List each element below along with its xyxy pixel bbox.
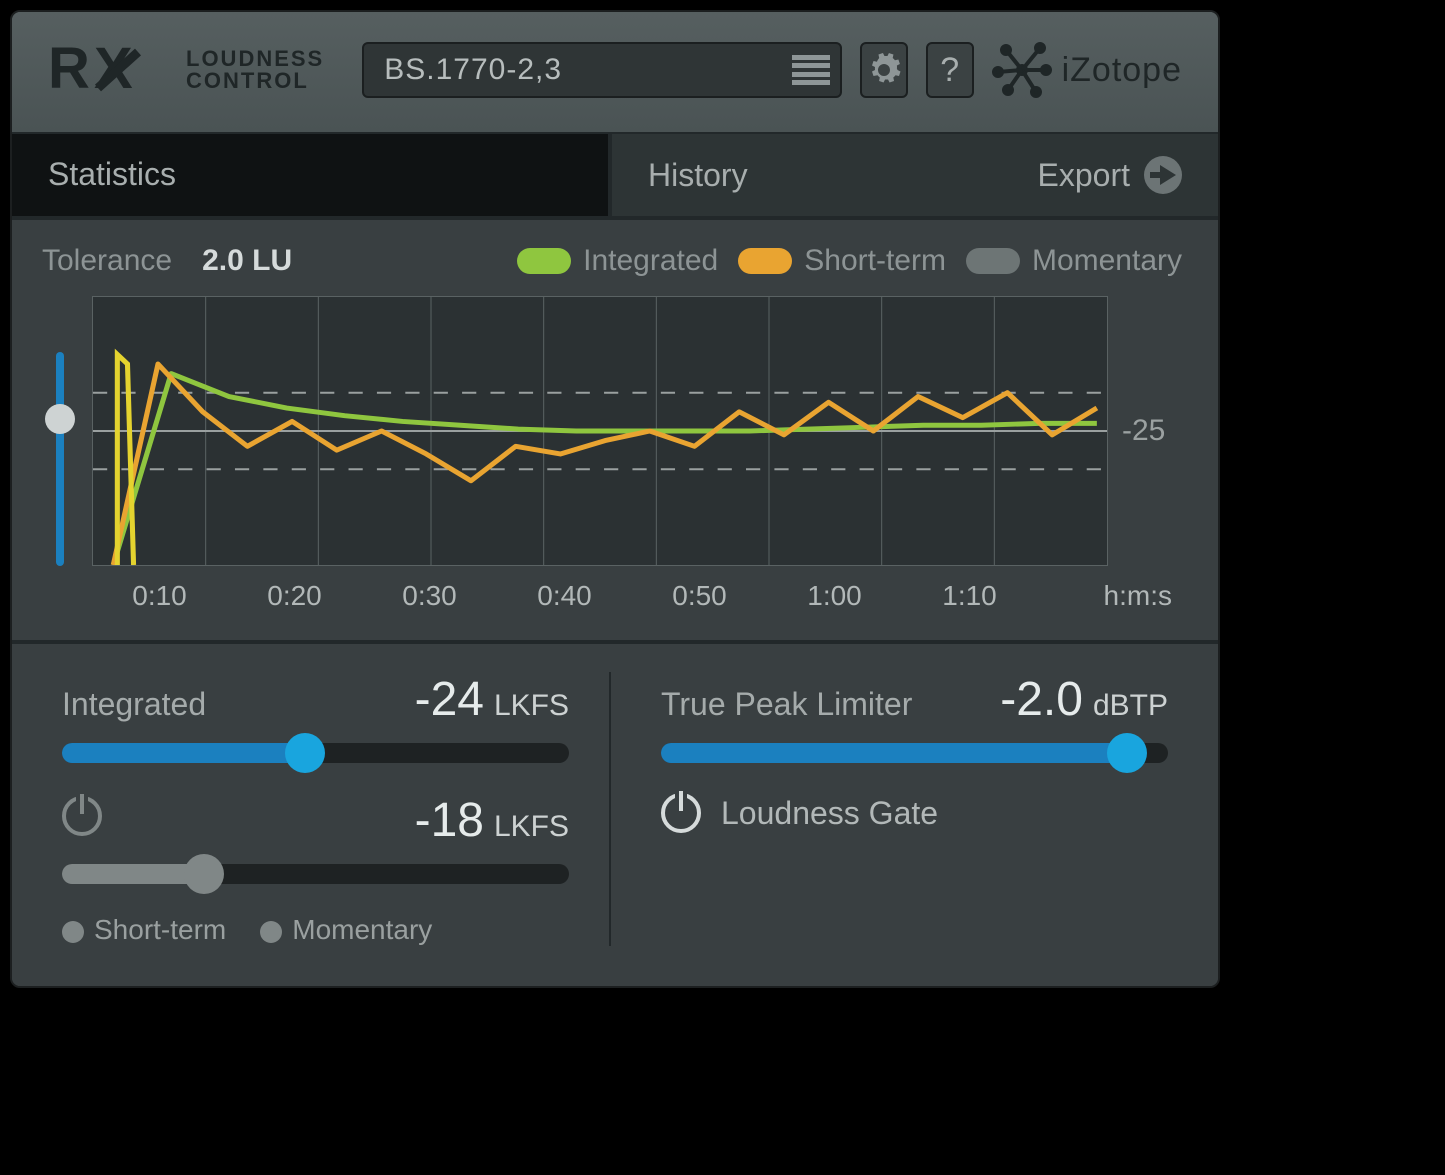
controls-section: Integrated -24 LKFS -18 LKFS Short-term …: [12, 640, 1218, 986]
svg-text:R: R: [48, 40, 90, 100]
momentary-swatch: [966, 248, 1020, 274]
legend-row: Tolerance 2.0 LU Integrated Short-term M…: [42, 244, 1182, 278]
secondary-slider[interactable]: [62, 864, 569, 884]
secondary-unit: LKFS: [494, 810, 569, 844]
integrated-knob[interactable]: [285, 733, 325, 773]
header-bar: R X LOUDNESS CONTROL BS.1770-2,3 ?: [12, 12, 1218, 134]
short-term-swatch: [738, 248, 792, 274]
preset-dropdown[interactable]: BS.1770-2,3: [362, 42, 842, 98]
rx-icon: R X: [48, 40, 168, 100]
secondary-knob[interactable]: [184, 854, 224, 894]
preset-name: BS.1770-2,3: [384, 53, 792, 87]
controls-right: True Peak Limiter -2.0 dBTP Loudness Gat…: [609, 672, 1168, 946]
integrated-swatch: [517, 248, 571, 274]
legend-short-term[interactable]: Short-term: [738, 244, 946, 278]
tolerance-value: 2.0 LU: [202, 244, 292, 278]
secondary-value[interactable]: -18: [415, 793, 484, 848]
radio-dot-icon: [260, 921, 282, 943]
radio-dot-icon: [62, 921, 84, 943]
brand-logo: iZotope: [992, 40, 1182, 100]
gear-icon: [866, 52, 902, 88]
radio-short-term[interactable]: Short-term: [62, 914, 226, 946]
loudness-gate-label: Loudness Gate: [721, 795, 938, 832]
tpl-knob[interactable]: [1107, 733, 1147, 773]
legend-momentary[interactable]: Momentary: [966, 244, 1182, 278]
loudness-history-plot: [92, 296, 1108, 566]
integrated-slider[interactable]: [62, 743, 569, 763]
integrated-value[interactable]: -24: [415, 672, 484, 727]
secondary-mode-radios: Short-term Momentary: [62, 914, 569, 946]
tabs-row: Statistics History Export: [12, 134, 1218, 220]
settings-button[interactable]: [860, 42, 908, 98]
list-icon: [792, 55, 830, 85]
tab-statistics[interactable]: Statistics: [12, 134, 612, 216]
integrated-unit: LKFS: [494, 689, 569, 723]
export-arrow-icon: [1144, 156, 1182, 194]
legend-integrated[interactable]: Integrated: [517, 244, 718, 278]
history-chart-section: Tolerance 2.0 LU Integrated Short-term M…: [12, 220, 1218, 640]
y-axis-label: -25: [1122, 296, 1182, 566]
question-icon: ?: [940, 51, 959, 90]
tpl-slider[interactable]: [661, 743, 1168, 763]
x-axis-ticks: 0:100:200:300:400:501:001:10h:m:s: [92, 580, 1182, 612]
plugin-panel: R X LOUDNESS CONTROL BS.1770-2,3 ?: [10, 10, 1220, 988]
controls-left: Integrated -24 LKFS -18 LKFS Short-term …: [62, 672, 609, 946]
tpl-value[interactable]: -2.0: [1000, 672, 1083, 727]
product-line1: LOUDNESS: [186, 48, 324, 70]
tpl-unit: dBTP: [1093, 689, 1168, 723]
loudness-gate-power-button[interactable]: [661, 793, 701, 833]
izotope-icon: [992, 40, 1052, 100]
radio-momentary[interactable]: Momentary: [260, 914, 432, 946]
export-button[interactable]: Export: [1038, 156, 1182, 194]
tolerance-slider-vertical[interactable]: [42, 296, 78, 566]
help-button[interactable]: ?: [926, 42, 974, 98]
tpl-label: True Peak Limiter: [661, 686, 912, 723]
product-line2: CONTROL: [186, 70, 324, 92]
product-logo: R X LOUDNESS CONTROL: [48, 40, 324, 100]
tolerance-knob[interactable]: [45, 404, 75, 434]
tab-history[interactable]: History Export: [612, 134, 1218, 216]
tolerance-label: Tolerance: [42, 244, 172, 278]
integrated-label: Integrated: [62, 686, 206, 723]
secondary-power-button[interactable]: [62, 796, 102, 836]
